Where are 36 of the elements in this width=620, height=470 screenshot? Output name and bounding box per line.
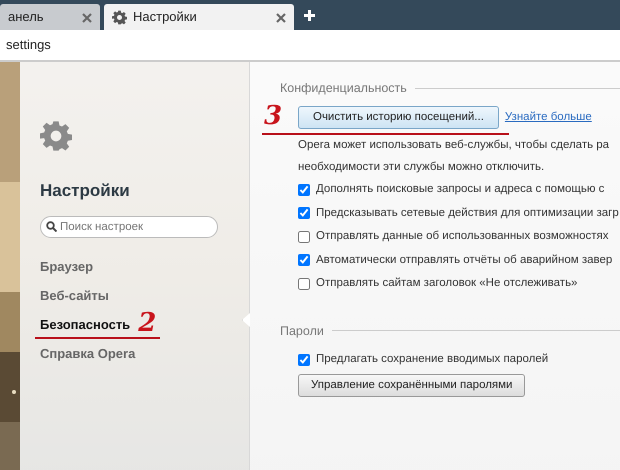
- manage-passwords-button[interactable]: Управление сохранёнными паролями: [298, 374, 526, 397]
- description-text: необходимости эти службы можно отключить.: [298, 160, 546, 175]
- close-icon[interactable]: [82, 10, 92, 24]
- learn-more-link[interactable]: Узнайте больше: [504, 108, 592, 126]
- sidebar-item[interactable]: Веб-сайты: [40, 286, 109, 305]
- section-title: Пароли: [280, 322, 324, 340]
- sidebar-item[interactable]: Безопасность: [40, 316, 130, 334]
- sidebar-item[interactable]: Справка Opera: [40, 344, 136, 363]
- browser-tab[interactable]: анель: [0, 4, 100, 30]
- sidebar-title: Настройки: [40, 180, 131, 202]
- clear-history-button[interactable]: Очистить историю посещений...: [298, 106, 499, 129]
- option-label: Дополнять поисковые запросы и адреса с помощью с: [316, 182, 604, 198]
- checkbox[interactable]: [298, 207, 310, 220]
- search-field[interactable]: Поиск настроек: [40, 216, 218, 238]
- search-icon: [46, 220, 57, 232]
- browser-tab[interactable]: Настройки: [104, 4, 294, 30]
- annotation-number: 2: [138, 310, 156, 336]
- description-text: Opera может использовать веб-службы, чтобы сделать ра: [298, 138, 610, 153]
- option-label: Предсказывать сетевые действия для оптимизации загр: [316, 206, 619, 221]
- address-field[interactable]: settings: [6, 35, 206, 55]
- close-icon[interactable]: [276, 10, 286, 24]
- option-label: Отправлять данные об использованных возможностях: [316, 229, 609, 244]
- settings-icon: [40, 120, 72, 152]
- checkbox[interactable]: [298, 354, 310, 366]
- checkbox[interactable]: [298, 278, 310, 290]
- gear-icon: [112, 10, 127, 24]
- option-label: Предлагать сохранение вводимых паролей: [316, 352, 548, 368]
- section-title: Конфиденциальность: [280, 80, 407, 97]
- sidebar-item[interactable]: Браузер: [40, 258, 94, 276]
- checkbox[interactable]: [298, 254, 310, 266]
- checkbox[interactable]: [298, 230, 310, 243]
- option-label: Автоматически отправлять отчёты об аварийном завер: [316, 252, 612, 268]
- checkbox[interactable]: [298, 184, 310, 196]
- annotation-number: 3: [264, 102, 282, 129]
- option-label: Отправлять сайтам заголовок «Не отслеживать»: [316, 276, 578, 292]
- new-tab-icon[interactable]: [304, 10, 315, 20]
